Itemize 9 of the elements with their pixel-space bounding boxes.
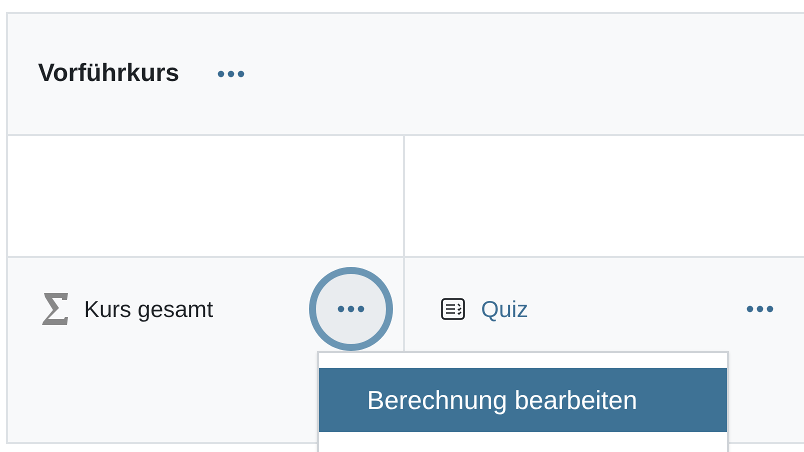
total-label: Kurs gesamt — [84, 294, 214, 324]
sigma-icon — [42, 293, 68, 325]
more-icon — [746, 305, 774, 313]
quiz-icon — [441, 298, 465, 320]
more-icon — [337, 305, 365, 313]
quiz-link[interactable]: Quiz — [481, 292, 528, 326]
course-title: Vorführkurs — [38, 58, 180, 90]
more-icon — [217, 70, 246, 78]
menu-item[interactable]: Berechnung bearbeiten — [319, 368, 727, 432]
